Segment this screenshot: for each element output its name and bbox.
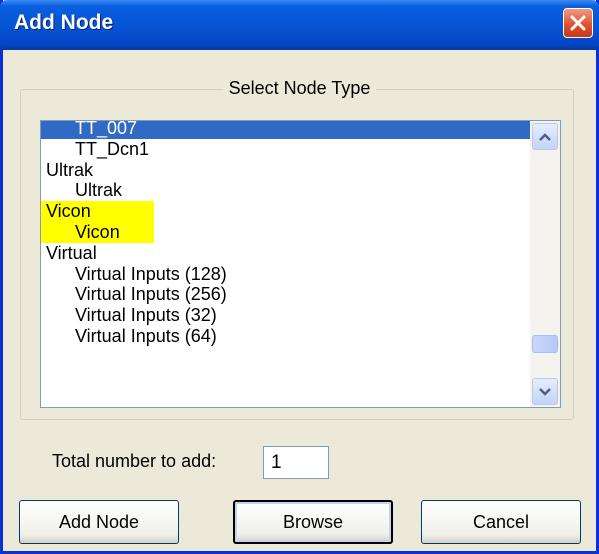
- list-item[interactable]: Vicon: [41, 201, 154, 222]
- node-type-list[interactable]: TT_007 TT_Dcn1 Ultrak Ultrak Vicon Vicon Virtu…: [40, 120, 561, 408]
- total-number-input[interactable]: [263, 446, 329, 479]
- list-item[interactable]: Virtual: [41, 243, 530, 264]
- add-node-button[interactable]: Add Node: [19, 500, 179, 544]
- list-item[interactable]: Virtual Inputs (32): [41, 305, 530, 326]
- dialog-title: Add Node: [14, 11, 114, 34]
- close-icon: [570, 15, 586, 31]
- list-item[interactable]: TT_007: [41, 121, 530, 139]
- chevron-up-icon: [539, 132, 551, 141]
- vertical-scrollbar[interactable]: [530, 121, 560, 407]
- close-button[interactable]: [563, 8, 593, 38]
- total-number-label: Total number to add:: [52, 451, 217, 471]
- list-item[interactable]: Ultrak: [41, 160, 530, 181]
- browse-button[interactable]: Browse: [233, 500, 393, 544]
- scrollbar-thumb[interactable]: [532, 335, 558, 353]
- list-item[interactable]: Ultrak: [41, 180, 530, 201]
- group-legend: Select Node Type: [0, 78, 599, 99]
- list-item[interactable]: Virtual Inputs (128): [41, 264, 530, 285]
- list-item[interactable]: Vicon: [41, 221, 154, 243]
- title-bar[interactable]: Add Node: [0, 0, 599, 50]
- chevron-down-icon: [539, 387, 551, 396]
- node-type-items: TT_007 TT_Dcn1 Ultrak Ultrak Vicon Vicon Virtu…: [41, 121, 530, 347]
- scroll-up-button[interactable]: [532, 123, 558, 150]
- scroll-down-button[interactable]: [532, 378, 558, 405]
- list-item[interactable]: Virtual Inputs (256): [41, 284, 530, 305]
- list-item[interactable]: TT_Dcn1: [41, 139, 530, 160]
- list-item[interactable]: Virtual Inputs (64): [41, 326, 530, 347]
- cancel-button[interactable]: Cancel: [421, 500, 581, 544]
